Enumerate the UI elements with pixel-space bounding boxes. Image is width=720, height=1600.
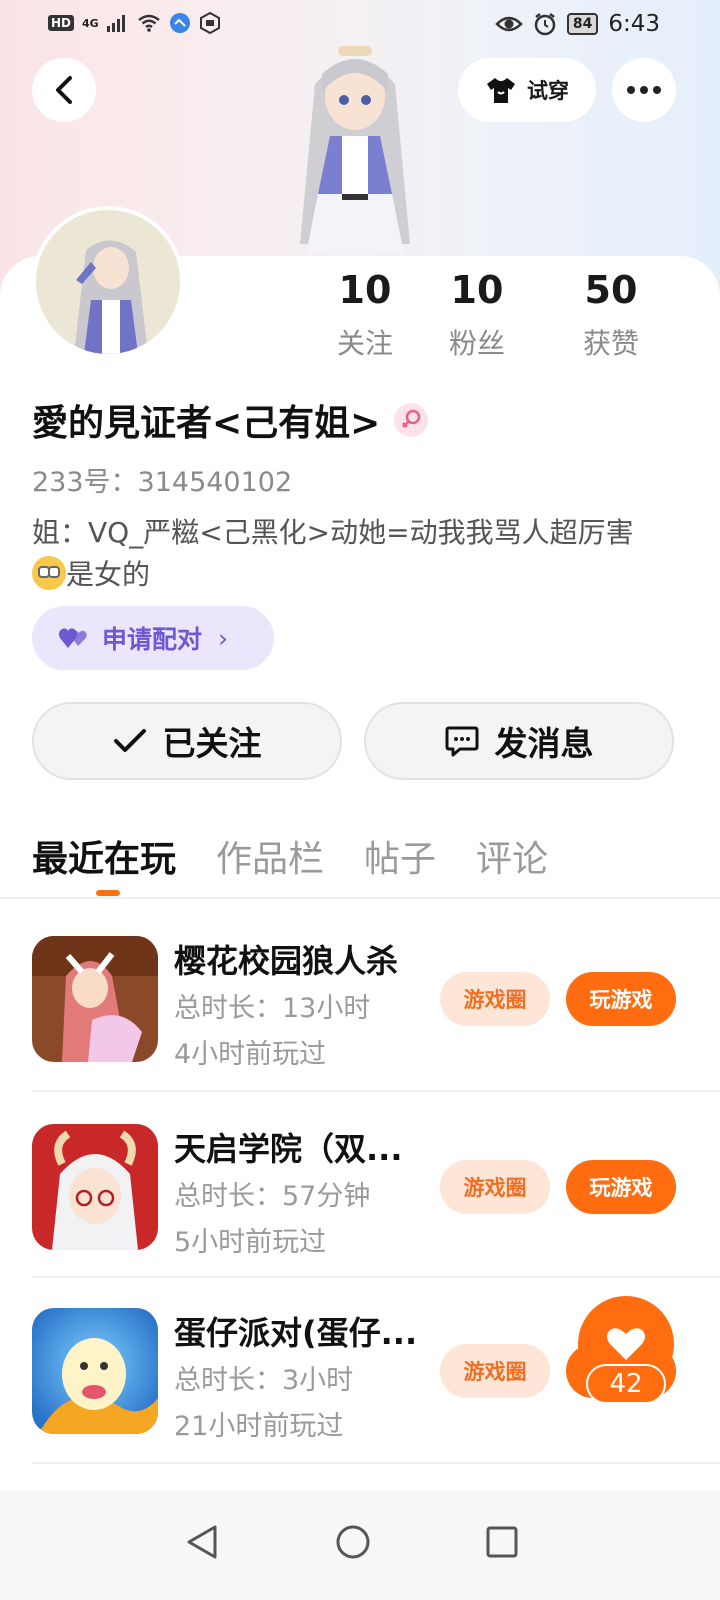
message-label: 发消息	[494, 724, 594, 763]
bio: 姐：VQ_严糍<己黑化>动她=动我我骂人超厉害 是女的	[32, 512, 692, 596]
wifi-icon	[137, 14, 160, 32]
divider	[32, 1276, 720, 1278]
stat-followers[interactable]: 10 粉丝	[410, 268, 544, 362]
divider	[32, 1090, 720, 1092]
stat-value: 10	[338, 268, 392, 312]
double-heart-icon	[58, 628, 87, 648]
send-message-button[interactable]: 发消息	[364, 702, 674, 780]
avatar[interactable]	[32, 206, 184, 358]
character-avatar-figure	[300, 46, 410, 254]
chevron-left-icon	[56, 76, 72, 104]
more-options-button[interactable]	[612, 58, 676, 122]
square-recents-icon	[486, 1526, 518, 1558]
divider	[0, 897, 720, 899]
game-duration: 总时长：13小时	[174, 993, 371, 1024]
battery-level: 84	[566, 13, 599, 35]
game-icon-eggy-party	[32, 1308, 158, 1434]
game-last-played: 4小时前玩过	[174, 1039, 327, 1070]
triangle-back-icon	[187, 1525, 217, 1559]
clock: 6:43	[608, 11, 660, 37]
game-icon-sakura	[32, 936, 158, 1062]
status-bar: HD 4G 84 6:43	[0, 0, 720, 50]
bio-suffix: 是女的	[66, 558, 151, 591]
more-dot-icon	[640, 86, 648, 94]
stat-label: 粉丝	[448, 327, 505, 360]
tab-comments[interactable]: 评论	[476, 830, 548, 882]
like-button[interactable]: 42	[578, 1296, 674, 1410]
avatar-image	[36, 210, 180, 354]
list-item[interactable]: 樱花校园狼人杀 总时长：13小时 4小时前玩过 游戏圈 玩游戏	[32, 936, 688, 1122]
tshirt-icon	[487, 78, 515, 103]
profile-tabs: 最近在玩 作品栏 帖子 评论	[32, 830, 548, 882]
game-duration: 总时长：3小时	[174, 1365, 354, 1396]
try-on-button[interactable]: 试穿	[458, 58, 596, 122]
tab-recently-played[interactable]: 最近在玩	[32, 830, 176, 882]
active-tab-indicator	[96, 890, 120, 896]
game-circle-button[interactable]: 游戏圈	[440, 1160, 550, 1214]
heart-icon	[607, 1328, 645, 1360]
divider	[32, 1462, 720, 1464]
shield-notification-icon	[199, 12, 220, 34]
username-row: 愛的見证者<己有姐>	[32, 394, 429, 446]
alarm-icon	[534, 13, 556, 36]
stat-likes[interactable]: 50 获赞	[544, 268, 678, 362]
followed-button[interactable]: 已关注	[32, 702, 342, 780]
username: 愛的見证者<己有姐>	[32, 403, 381, 444]
stat-value: 10	[450, 268, 504, 312]
hd-indicator: HD	[48, 15, 75, 31]
game-duration: 总时长：57分钟	[174, 1181, 371, 1212]
network-type: 4G	[82, 16, 99, 30]
eye-roll-emoji-icon	[32, 556, 66, 590]
chat-bubble-icon	[445, 726, 478, 757]
check-icon	[113, 729, 146, 752]
list-item[interactable]: 天启学院（双... 总时长：57分钟 5小时前玩过 游戏圈 玩游戏	[32, 1124, 688, 1310]
circle-home-icon	[336, 1525, 370, 1559]
signal-icon	[106, 15, 125, 32]
game-title: 天启学院（双...	[174, 1130, 403, 1168]
game-title: 蛋仔派对(蛋仔...	[174, 1314, 418, 1352]
female-gender-icon	[394, 403, 429, 437]
bio-text: 姐：VQ_严糍<己黑化>动她=动我我骂人超厉害	[32, 516, 634, 549]
tab-posts[interactable]: 帖子	[364, 830, 436, 882]
nav-recents-button[interactable]	[472, 1512, 532, 1572]
stat-label: 关注	[336, 327, 393, 360]
system-navigation-bar	[0, 1490, 720, 1600]
profile-stats: 10 关注 10 粉丝 50 获赞	[320, 268, 700, 362]
try-on-label: 试穿	[527, 79, 569, 103]
follow-label: 已关注	[162, 724, 262, 763]
eye-icon	[495, 16, 523, 32]
stat-value: 50	[584, 268, 638, 312]
game-circle-button[interactable]: 游戏圈	[440, 1344, 550, 1398]
game-icon-tianqi	[32, 1124, 158, 1250]
game-title: 樱花校园狼人杀	[174, 942, 399, 980]
more-dot-icon	[653, 86, 661, 94]
more-dot-icon	[627, 86, 635, 94]
tab-works[interactable]: 作品栏	[216, 830, 324, 882]
game-last-played: 21小时前玩过	[174, 1411, 344, 1442]
pair-label: 申请配对	[102, 625, 203, 654]
back-button[interactable]	[32, 58, 96, 122]
play-game-button[interactable]: 玩游戏	[566, 1160, 676, 1214]
app-notification-icon	[169, 13, 190, 33]
chevron-right-icon: ›	[218, 623, 229, 653]
request-pair-button[interactable]: 申请配对 ›	[32, 606, 274, 670]
play-game-button[interactable]: 玩游戏	[566, 972, 676, 1026]
game-circle-button[interactable]: 游戏圈	[440, 972, 550, 1026]
user-id: 233号：314540102	[32, 467, 293, 498]
nav-home-button[interactable]	[323, 1512, 383, 1572]
nav-back-button[interactable]	[172, 1512, 232, 1572]
like-count: 42	[586, 1364, 666, 1404]
game-last-played: 5小时前玩过	[174, 1227, 327, 1258]
stat-label: 获赞	[582, 327, 639, 360]
stat-following[interactable]: 10 关注	[320, 268, 410, 362]
